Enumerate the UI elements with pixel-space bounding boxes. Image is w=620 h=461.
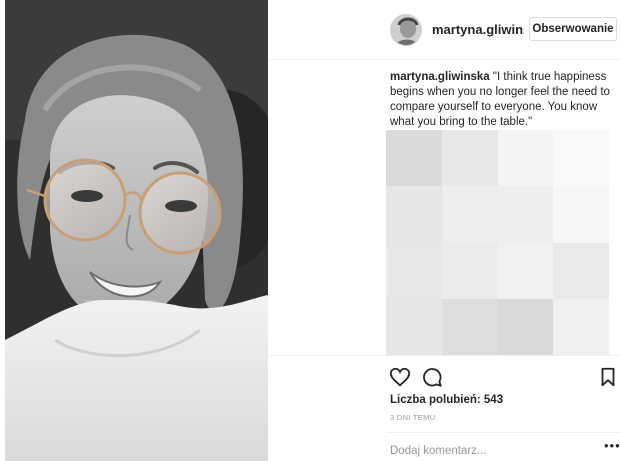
blurred-cell bbox=[497, 298, 554, 355]
post-header: martyna.gliwinsl Obserwowanie bbox=[268, 0, 620, 60]
blurred-cell bbox=[386, 298, 442, 355]
blurred-comments-area bbox=[386, 130, 609, 355]
blurred-cell bbox=[497, 130, 554, 187]
blurred-cell bbox=[553, 242, 609, 299]
avatar[interactable] bbox=[390, 14, 422, 46]
bookmark-icon[interactable] bbox=[597, 366, 619, 388]
blurred-cell bbox=[553, 130, 609, 187]
post-caption: martyna.gliwinska "I think true happines… bbox=[390, 70, 616, 130]
caption-username[interactable]: martyna.gliwinska bbox=[390, 71, 490, 83]
blurred-cell bbox=[386, 130, 442, 187]
blurred-cell bbox=[441, 298, 498, 355]
post-timestamp[interactable]: 3 DNI TEMU bbox=[390, 413, 435, 422]
blurred-cell bbox=[441, 242, 498, 299]
blurred-cell bbox=[386, 242, 442, 299]
post-username[interactable]: martyna.gliwinsl bbox=[432, 22, 524, 37]
follow-button[interactable]: Obserwowanie bbox=[529, 17, 617, 41]
blurred-cell bbox=[497, 242, 554, 299]
post-actions: Liczba polubień: 543 3 DNI TEMU ••• bbox=[268, 355, 620, 461]
blurred-cell bbox=[386, 186, 442, 243]
comment-icon[interactable] bbox=[421, 366, 443, 388]
post-photo[interactable] bbox=[5, 0, 268, 461]
post-details: martyna.gliwinsl Obserwowanie martyna.gl… bbox=[268, 0, 620, 461]
blurred-cell bbox=[553, 186, 609, 243]
blurred-cell bbox=[553, 298, 609, 355]
heart-icon[interactable] bbox=[389, 366, 411, 388]
avatar-image bbox=[391, 15, 421, 45]
blurred-cell bbox=[441, 130, 498, 187]
more-options-button[interactable]: ••• bbox=[604, 439, 620, 457]
selfie-image bbox=[5, 0, 268, 461]
blurred-cell bbox=[441, 186, 498, 243]
comment-box: ••• bbox=[386, 432, 620, 461]
likes-count[interactable]: Liczba polubień: 543 bbox=[390, 394, 503, 406]
comment-input[interactable] bbox=[390, 443, 570, 459]
blurred-cell bbox=[497, 186, 554, 243]
